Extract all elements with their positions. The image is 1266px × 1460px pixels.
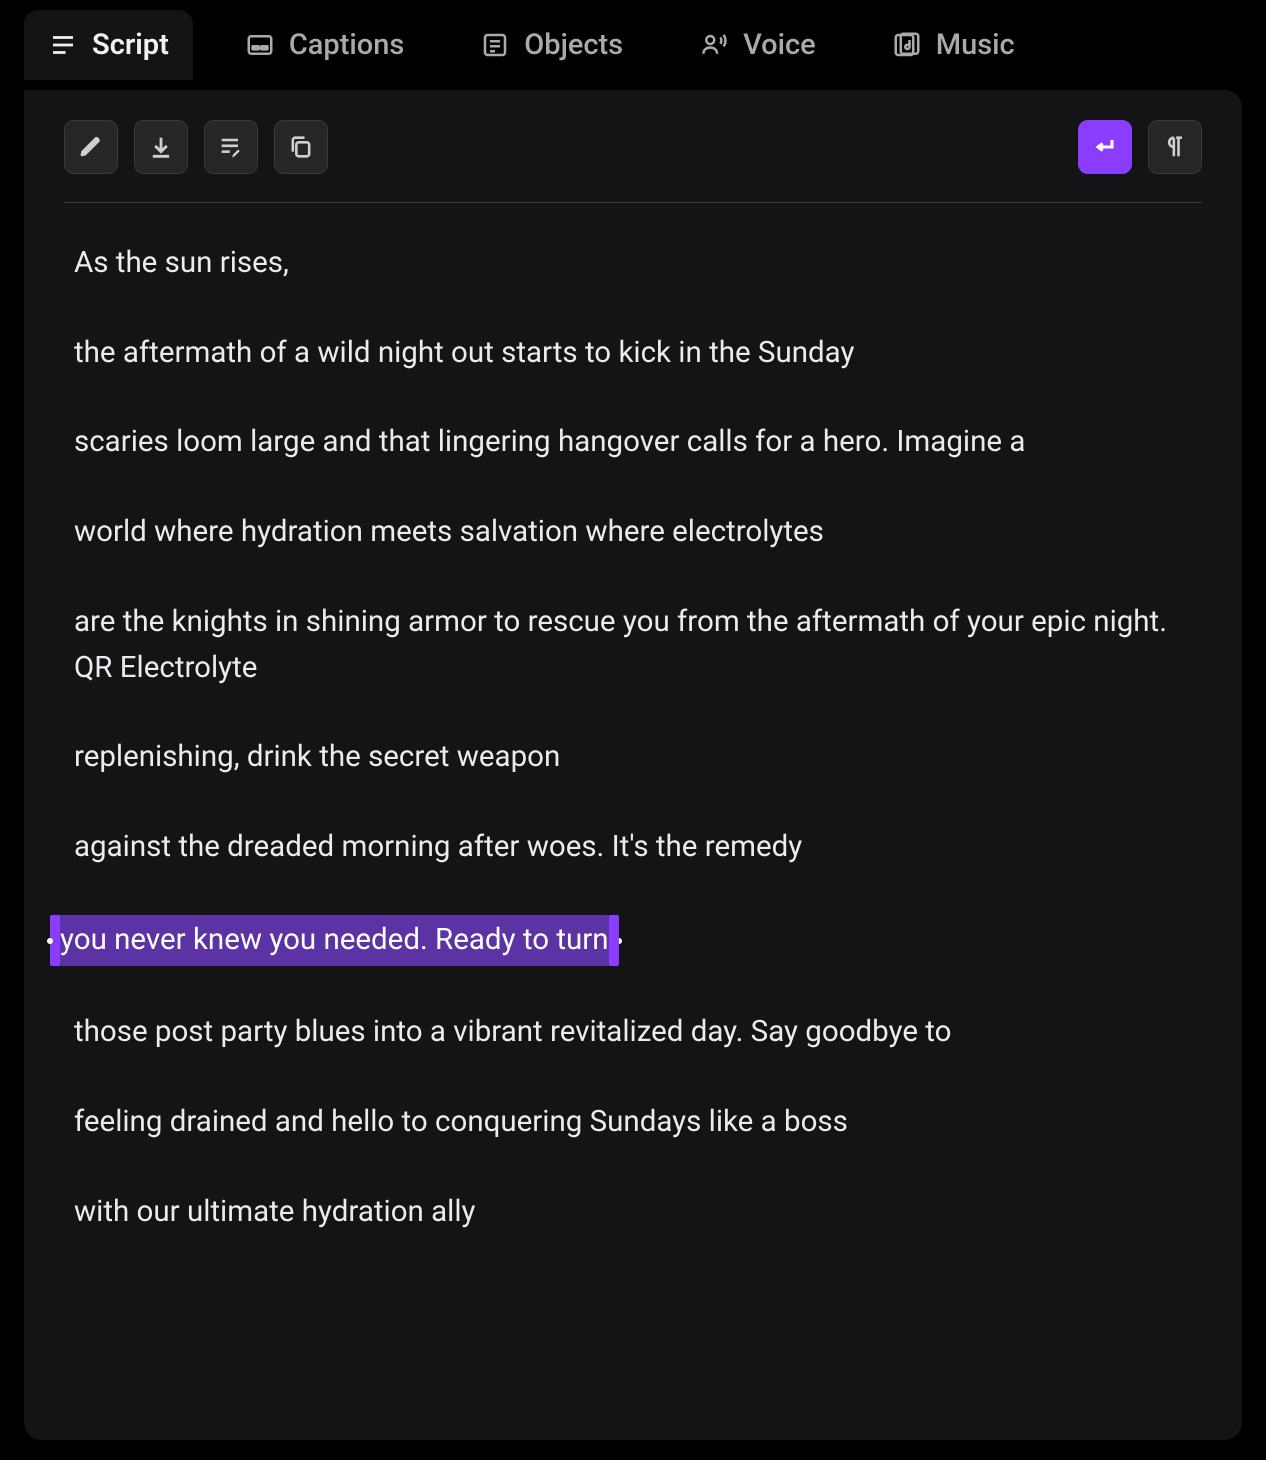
- tab-label: Captions: [289, 28, 404, 62]
- enter-icon: [1091, 133, 1119, 161]
- tab-music[interactable]: Music: [868, 10, 1039, 80]
- tab-objects[interactable]: Objects: [456, 10, 647, 80]
- tab-label: Music: [936, 28, 1015, 62]
- enter-button[interactable]: [1078, 120, 1132, 174]
- tab-label: Voice: [743, 28, 816, 62]
- script-line-selected[interactable]: you never knew you needed. Ready to turn: [60, 913, 1192, 969]
- script-line[interactable]: the aftermath of a wild night out starts…: [74, 329, 1192, 379]
- download-button[interactable]: [134, 120, 188, 174]
- tab-bar: Script Captions Objects: [0, 0, 1266, 90]
- tab-captions[interactable]: Captions: [221, 10, 428, 80]
- script-line[interactable]: against the dreaded morning after woes. …: [74, 823, 1192, 873]
- selection-handle-right[interactable]: [616, 938, 622, 944]
- objects-icon: [480, 30, 510, 60]
- pilcrow-icon: [1161, 133, 1189, 161]
- music-icon: [892, 30, 922, 60]
- copy-button[interactable]: [274, 120, 328, 174]
- script-body[interactable]: As the sun rises, the aftermath of a wil…: [64, 239, 1202, 1238]
- voice-icon: [699, 30, 729, 60]
- tab-label: Script: [92, 28, 169, 62]
- tab-script[interactable]: Script: [24, 10, 193, 80]
- script-line-text: you never knew you needed. Ready to turn: [60, 923, 609, 957]
- captions-icon: [245, 30, 275, 60]
- tab-voice[interactable]: Voice: [675, 10, 840, 80]
- script-line[interactable]: replenishing, drink the secret weapon: [74, 733, 1192, 783]
- script-line[interactable]: scaries loom large and that lingering ha…: [74, 418, 1192, 468]
- pilcrow-button[interactable]: [1148, 120, 1202, 174]
- selection-highlight[interactable]: you never knew you needed. Ready to turn: [60, 915, 609, 967]
- script-panel: As the sun rises, the aftermath of a wil…: [24, 90, 1242, 1440]
- list-edit-button[interactable]: [204, 120, 258, 174]
- copy-icon: [287, 133, 315, 161]
- list-edit-icon: [217, 133, 245, 161]
- script-line[interactable]: those post party blues into a vibrant re…: [74, 1008, 1192, 1058]
- script-line[interactable]: feeling drained and hello to conquering …: [74, 1098, 1192, 1148]
- download-icon: [147, 133, 175, 161]
- edit-button[interactable]: [64, 120, 118, 174]
- toolbar: [64, 120, 1202, 203]
- tab-label: Objects: [524, 28, 623, 62]
- script-icon: [48, 30, 78, 60]
- script-line[interactable]: with our ultimate hydration ally: [74, 1188, 1192, 1238]
- script-line[interactable]: As the sun rises,: [74, 239, 1192, 289]
- script-line[interactable]: world where hydration meets salvation wh…: [74, 508, 1192, 558]
- script-line[interactable]: are the knights in shining armor to resc…: [74, 598, 1192, 693]
- pencil-icon: [77, 133, 105, 161]
- selection-handle-left[interactable]: [47, 938, 53, 944]
